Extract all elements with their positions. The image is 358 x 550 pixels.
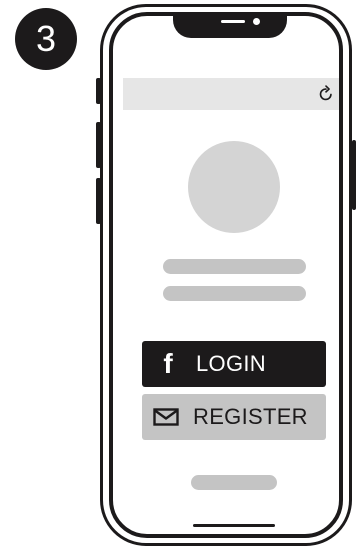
refresh-icon[interactable] bbox=[317, 85, 335, 103]
phone-power-button bbox=[352, 140, 356, 210]
avatar bbox=[188, 141, 280, 233]
speaker-grille bbox=[221, 20, 245, 23]
home-indicator[interactable] bbox=[193, 524, 275, 527]
step-number: 3 bbox=[35, 18, 57, 59]
envelope-icon bbox=[153, 408, 179, 426]
phone-notch bbox=[173, 16, 287, 38]
camera-icon bbox=[253, 18, 260, 25]
address-bar[interactable] bbox=[123, 78, 339, 110]
register-button[interactable]: REGISTER bbox=[142, 394, 326, 440]
login-button[interactable]: f LOGIN bbox=[142, 341, 326, 387]
login-label: LOGIN bbox=[196, 351, 266, 376]
phone-screen: f LOGIN REGISTER bbox=[109, 12, 343, 538]
subtitle-placeholder bbox=[163, 286, 306, 301]
register-label: REGISTER bbox=[193, 404, 308, 429]
step-number-badge: 3 bbox=[15, 8, 77, 70]
footer-link-placeholder[interactable] bbox=[191, 475, 277, 490]
username-placeholder bbox=[163, 259, 306, 274]
facebook-icon: f bbox=[163, 348, 173, 379]
